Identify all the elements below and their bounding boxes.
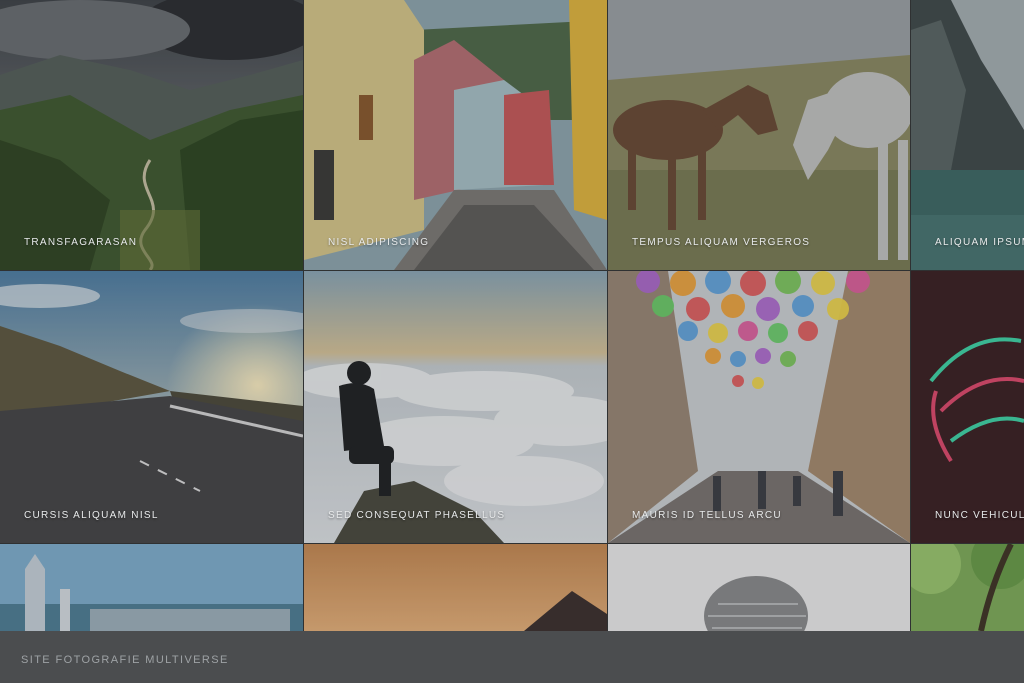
gallery-tile-forest[interactable] bbox=[911, 544, 1024, 631]
tile-overlay bbox=[0, 544, 303, 631]
gallery-tile-mountain-dusk[interactable] bbox=[304, 544, 607, 631]
footer-bar: Site Fotografie Multiverse bbox=[0, 631, 1024, 683]
tile-caption: Nisl adipiscing bbox=[328, 237, 430, 248]
photo-gallery: Transfagarasan Nisl adipiscing bbox=[0, 0, 1024, 631]
tile-overlay bbox=[304, 544, 607, 631]
tile-overlay bbox=[304, 271, 607, 543]
tile-overlay bbox=[0, 0, 303, 270]
tile-overlay bbox=[911, 0, 1024, 270]
tile-caption: Aliquam ipsum bbox=[935, 237, 1024, 248]
tile-caption: Mauris id tellus arcu bbox=[632, 510, 782, 521]
tile-overlay bbox=[608, 271, 910, 543]
tile-overlay bbox=[608, 544, 910, 631]
tile-caption: Transfagarasan bbox=[24, 237, 138, 248]
gallery-tile-sed-consequat-phasellus[interactable]: Sed consequat phasellus bbox=[304, 271, 607, 543]
gallery-tile-city-skyline[interactable] bbox=[0, 544, 303, 631]
site-title[interactable]: Site Fotografie Multiverse bbox=[21, 654, 229, 666]
tile-caption: Tempus aliquam vergeros bbox=[632, 237, 811, 248]
tile-overlay bbox=[911, 544, 1024, 631]
tile-caption: Sed consequat phasellus bbox=[328, 510, 506, 521]
tile-overlay bbox=[304, 0, 607, 270]
tile-caption: Nunc vehicula bbox=[935, 510, 1024, 521]
gallery-tile-tempus-aliquam-vergeros[interactable]: Tempus aliquam vergeros bbox=[608, 0, 910, 270]
gallery-tile-mauris-id-tellus-arcu[interactable]: Mauris id tellus arcu bbox=[608, 271, 910, 543]
tile-overlay bbox=[608, 0, 910, 270]
tile-overlay bbox=[911, 271, 1024, 543]
gallery-tile-nunc-vehicula[interactable]: Nunc vehicula bbox=[911, 271, 1024, 543]
tile-overlay bbox=[0, 271, 303, 543]
gallery-tile-transfagarasan[interactable]: Transfagarasan bbox=[0, 0, 303, 270]
gallery-tile-nisl-adipiscing[interactable]: Nisl adipiscing bbox=[304, 0, 607, 270]
gallery-tile-cursis-aliquam-nisl[interactable]: Cursis aliquam nisl bbox=[0, 271, 303, 543]
gallery-tile-knit-hat[interactable] bbox=[608, 544, 910, 631]
tile-caption: Cursis aliquam nisl bbox=[24, 510, 159, 521]
gallery-tile-aliquam-ipsum[interactable]: Aliquam ipsum bbox=[911, 0, 1024, 270]
